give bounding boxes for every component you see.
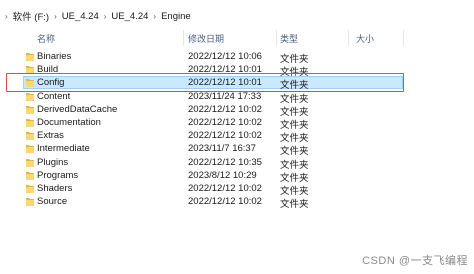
- column-header: 名称 修改日期 类型 大小: [0, 30, 474, 46]
- file-name: Plugins: [37, 156, 69, 168]
- breadcrumb-engine[interactable]: Engine: [161, 11, 191, 22]
- file-date: 2022/12/12 10:02: [188, 103, 262, 115]
- column-divider[interactable]: [348, 30, 349, 46]
- file-name: Intermediate: [37, 143, 90, 155]
- breadcrumb-ue-child[interactable]: UE_4.24: [111, 11, 148, 22]
- folder-icon: [26, 132, 34, 141]
- file-date: 2022/12/12 10:35: [188, 156, 262, 168]
- folder-icon: [26, 171, 34, 180]
- folder-icon: [26, 145, 34, 154]
- column-divider[interactable]: [183, 30, 184, 46]
- column-divider[interactable]: [276, 30, 277, 46]
- file-name: Documentation: [37, 116, 101, 128]
- column-header-date[interactable]: 修改日期: [188, 32, 224, 45]
- file-name: Extras: [37, 130, 64, 142]
- column-header-name[interactable]: 名称: [37, 32, 55, 45]
- chevron-right-icon[interactable]: ›: [153, 12, 156, 21]
- file-name: DerivedDataCache: [37, 103, 118, 115]
- folder-icon: [26, 53, 34, 61]
- folder-icon: [26, 158, 34, 167]
- file-name: Source: [37, 196, 68, 208]
- file-row[interactable]: Extras 2022/12/12 10:02 文件夹: [0, 129, 474, 144]
- file-name: Shaders: [37, 182, 73, 194]
- file-row[interactable]: Binaries 2022/12/12 10:06 文件夹: [0, 50, 474, 65]
- file-row[interactable]: Intermediate 2023/11/7 16:37 文件夹: [0, 142, 474, 157]
- file-date: 2023/11/24 17:33: [188, 90, 262, 102]
- breadcrumb: › 软件 (F:) › UE_4.24 › UE_4.24 › Engine: [0, 8, 470, 24]
- file-row[interactable]: DerivedDataCache 2022/12/12 10:02 文件夹: [0, 103, 474, 118]
- watermark: CSDN @一支飞编程: [362, 255, 468, 267]
- folder-icon: [26, 92, 34, 101]
- column-header-size[interactable]: 大小: [356, 32, 374, 45]
- column-header-type[interactable]: 类型: [280, 32, 298, 45]
- file-type: 文件夹: [280, 199, 309, 211]
- column-divider[interactable]: [403, 30, 404, 46]
- chevron-right-icon[interactable]: ›: [54, 12, 57, 21]
- breadcrumb-ue-parent[interactable]: UE_4.24: [62, 11, 99, 22]
- file-row[interactable]: Plugins 2022/12/12 10:35 文件夹: [0, 156, 474, 171]
- folder-icon: [26, 105, 34, 114]
- folder-icon: [26, 184, 34, 193]
- file-row[interactable]: Programs 2023/8/12 10:29 文件夹: [0, 169, 474, 184]
- highlight-box: [6, 73, 404, 92]
- chevron-right-icon[interactable]: ›: [5, 12, 8, 21]
- breadcrumb-drive[interactable]: 软件 (F:): [13, 9, 49, 23]
- file-date: 2022/12/12 10:02: [188, 130, 262, 142]
- chevron-right-icon[interactable]: ›: [104, 12, 107, 21]
- file-date: 2023/11/7 16:37: [188, 143, 256, 155]
- file-name: Content: [37, 90, 71, 102]
- file-date: 2023/8/12 10:29: [188, 169, 257, 181]
- file-row[interactable]: Documentation 2022/12/12 10:02 文件夹: [0, 116, 474, 131]
- folder-icon: [26, 198, 34, 207]
- file-row[interactable]: Shaders 2022/12/12 10:02 文件夹: [0, 182, 474, 197]
- file-row[interactable]: Source 2022/12/12 10:02 文件夹: [0, 195, 474, 211]
- file-date: 2022/12/12 10:06: [188, 51, 262, 62]
- address-bar[interactable]: › 软件 (F:) › UE_4.24 › UE_4.24 › Engine: [0, 0, 474, 30]
- folder-icon: [26, 118, 34, 127]
- file-date: 2022/12/12 10:02: [188, 182, 262, 194]
- file-date: 2022/12/12 10:02: [188, 196, 262, 208]
- file-name: Binaries: [37, 51, 72, 62]
- file-date: 2022/12/12 10:02: [188, 116, 262, 128]
- file-name: Programs: [37, 169, 79, 181]
